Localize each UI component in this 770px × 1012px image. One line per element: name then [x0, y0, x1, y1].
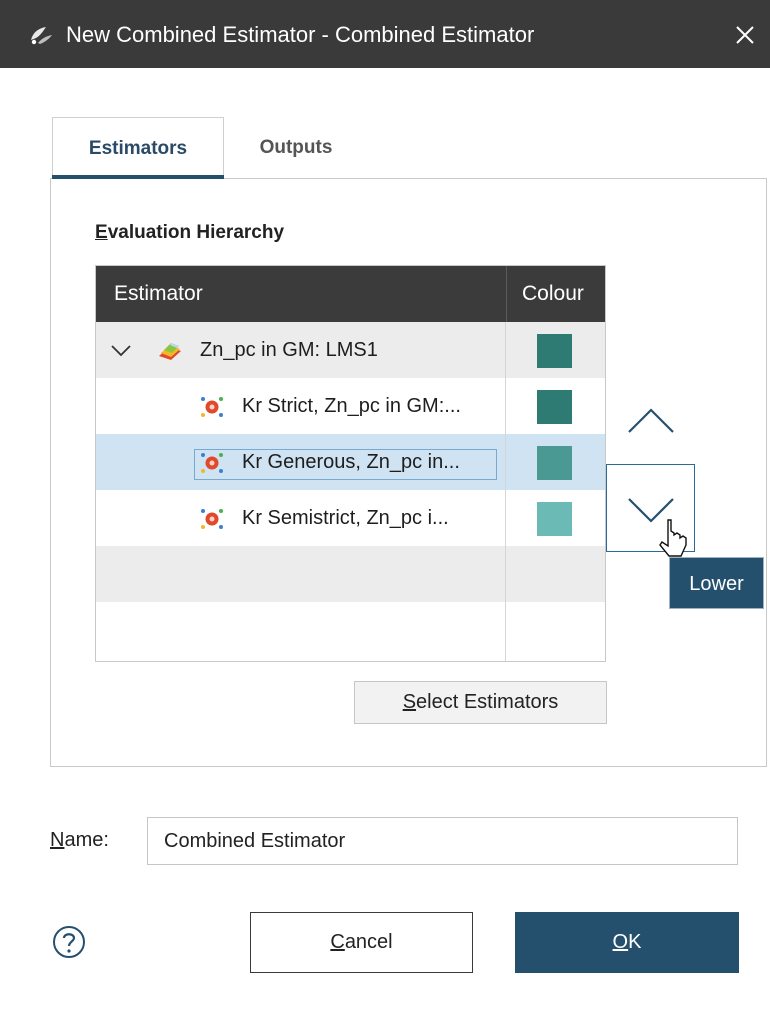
select-estimators-button[interactable]: Select Estimators [354, 681, 607, 724]
tab-outputs-label: Outputs [259, 137, 333, 158]
table-row-empty [96, 602, 605, 658]
table-header: Estimator Colour [96, 266, 605, 322]
table-row-group[interactable]: Zn_pc in GM: LMS1 [96, 322, 605, 378]
row-label: Zn_pc in GM: LMS1 [200, 339, 378, 361]
evaluation-hierarchy-table: Estimator Colour Zn_pc in GM: LMS1 Kr St… [95, 265, 606, 662]
colour-swatch[interactable] [537, 334, 572, 368]
tab-outputs[interactable]: Outputs [224, 117, 368, 179]
ok-label: K [628, 931, 642, 953]
evaluation-hierarchy-heading: Evaluation Hierarchy [95, 222, 284, 244]
help-icon[interactable] [52, 925, 86, 959]
title-bar: New Combined Estimator - Combined Estima… [0, 0, 770, 68]
cancel-mnemonic: C [330, 931, 345, 953]
column-header-colour-label: Colour [522, 282, 584, 305]
kriging-estimator-icon [201, 397, 223, 417]
window-title: New Combined Estimator - Combined Estima… [66, 22, 535, 47]
chevron-up-icon[interactable] [608, 378, 694, 464]
column-header-colour[interactable]: Colour [506, 266, 605, 322]
row-label: Kr Generous, Zn_pc in... [242, 451, 460, 473]
colour-swatch[interactable] [537, 390, 572, 424]
heading-text: valuation Hierarchy [107, 222, 285, 243]
row-label: Kr Semistrict, Zn_pc i... [242, 507, 449, 529]
domain-estimation-icon [159, 343, 181, 360]
row-label: Kr Strict, Zn_pc in GM:... [242, 395, 461, 417]
column-header-estimator[interactable]: Estimator [114, 282, 203, 306]
cancel-label: ancel [344, 931, 393, 953]
ok-button[interactable]: OK [515, 912, 739, 973]
select-mnemonic: S [402, 691, 417, 713]
select-label: elect Estimators [416, 691, 559, 713]
tab-estimators-label: Estimators [88, 138, 188, 159]
table-row[interactable]: Kr Semistrict, Zn_pc i... [96, 490, 605, 546]
table-row[interactable]: Kr Strict, Zn_pc in GM:... [96, 378, 605, 434]
app-icon [31, 27, 52, 45]
active-tab-indicator [52, 175, 224, 179]
table-row-selected[interactable]: Kr Generous, Zn_pc in... [96, 434, 605, 490]
ok-mnemonic: O [612, 931, 629, 953]
cancel-button[interactable]: Cancel [250, 912, 473, 973]
colour-swatch[interactable] [537, 446, 572, 480]
table-row-empty [96, 546, 605, 602]
column-divider [505, 322, 506, 661]
name-label: Name: [50, 829, 109, 852]
name-label-text: ame: [64, 829, 109, 851]
close-icon[interactable] [728, 18, 762, 52]
name-mnemonic: N [50, 829, 65, 851]
heading-mnemonic: E [95, 222, 108, 243]
chevron-down-icon[interactable] [110, 339, 132, 361]
lower-tooltip: Lower [669, 557, 764, 609]
kriging-estimator-icon [201, 453, 223, 473]
tab-estimators[interactable]: Estimators [52, 117, 224, 179]
colour-swatch[interactable] [537, 502, 572, 536]
kriging-estimator-icon [201, 509, 223, 529]
mouse-cursor-icon [659, 519, 687, 557]
name-input[interactable]: Combined Estimator [147, 817, 738, 865]
